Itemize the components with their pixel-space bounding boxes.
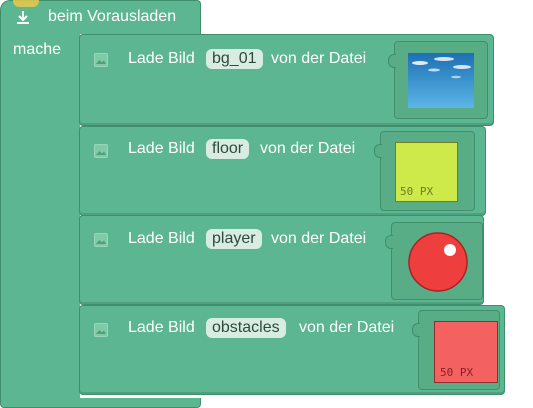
from-file-label: von der Datei <box>271 230 367 247</box>
download-icon <box>17 11 29 24</box>
input-tab <box>374 144 382 158</box>
green-square-image: 50 PX <box>395 142 458 202</box>
image-icon <box>94 323 108 337</box>
load-image-label: Lade Bild <box>128 140 195 157</box>
do-label: mache <box>13 41 62 58</box>
event-block-foot <box>0 398 201 408</box>
from-file-label: von der Datei <box>260 140 356 157</box>
image-file-slot[interactable]: 50 PX <box>412 310 500 390</box>
image-name-field[interactable]: floor <box>206 139 250 159</box>
image-file-slot[interactable]: 50 PX <box>374 131 475 211</box>
image-icon <box>94 53 108 67</box>
load-image-label: Lade Bild <box>128 230 195 247</box>
block-notch <box>13 0 39 7</box>
image-file-slot[interactable] <box>388 41 488 119</box>
image-icon <box>94 233 108 247</box>
load-image-label: Lade Bild <box>128 319 195 336</box>
image-name-field[interactable]: bg_01 <box>206 49 263 69</box>
input-tab <box>412 323 420 337</box>
red-square-image: 50 PX <box>434 321 498 383</box>
image-size-text: 50 PX <box>400 185 434 198</box>
load-image-block-floor[interactable]: Lade Bild floor von der Datei 50 PX <box>79 126 486 216</box>
load-image-block-obstacles[interactable]: Lade Bild obstacles von der Datei 50 PX <box>79 305 505 395</box>
load-image-block-bg-01[interactable]: Lade Bild bg_01 von der Datei <box>79 34 494 126</box>
image-icon <box>94 144 108 158</box>
from-file-label: von der Datei <box>271 50 367 67</box>
image-name-field[interactable]: player <box>206 229 262 249</box>
load-image-block-player[interactable]: Lade Bild player von der Datei <box>79 215 484 305</box>
load-image-label: Lade Bild <box>128 50 195 67</box>
sky-background-image <box>408 53 474 108</box>
input-tab <box>388 54 396 68</box>
event-block-label: beim Vorausladen <box>48 8 177 25</box>
image-size-text: 50 PX <box>440 366 474 379</box>
image-file-slot[interactable] <box>385 222 483 300</box>
red-circle-image <box>408 232 468 292</box>
from-file-label: von der Datei <box>299 319 395 336</box>
event-block-preload[interactable]: beim Vorausladen <box>0 0 201 34</box>
input-tab <box>385 235 393 249</box>
event-block-body <box>0 33 80 403</box>
image-name-field[interactable]: obstacles <box>206 318 286 338</box>
